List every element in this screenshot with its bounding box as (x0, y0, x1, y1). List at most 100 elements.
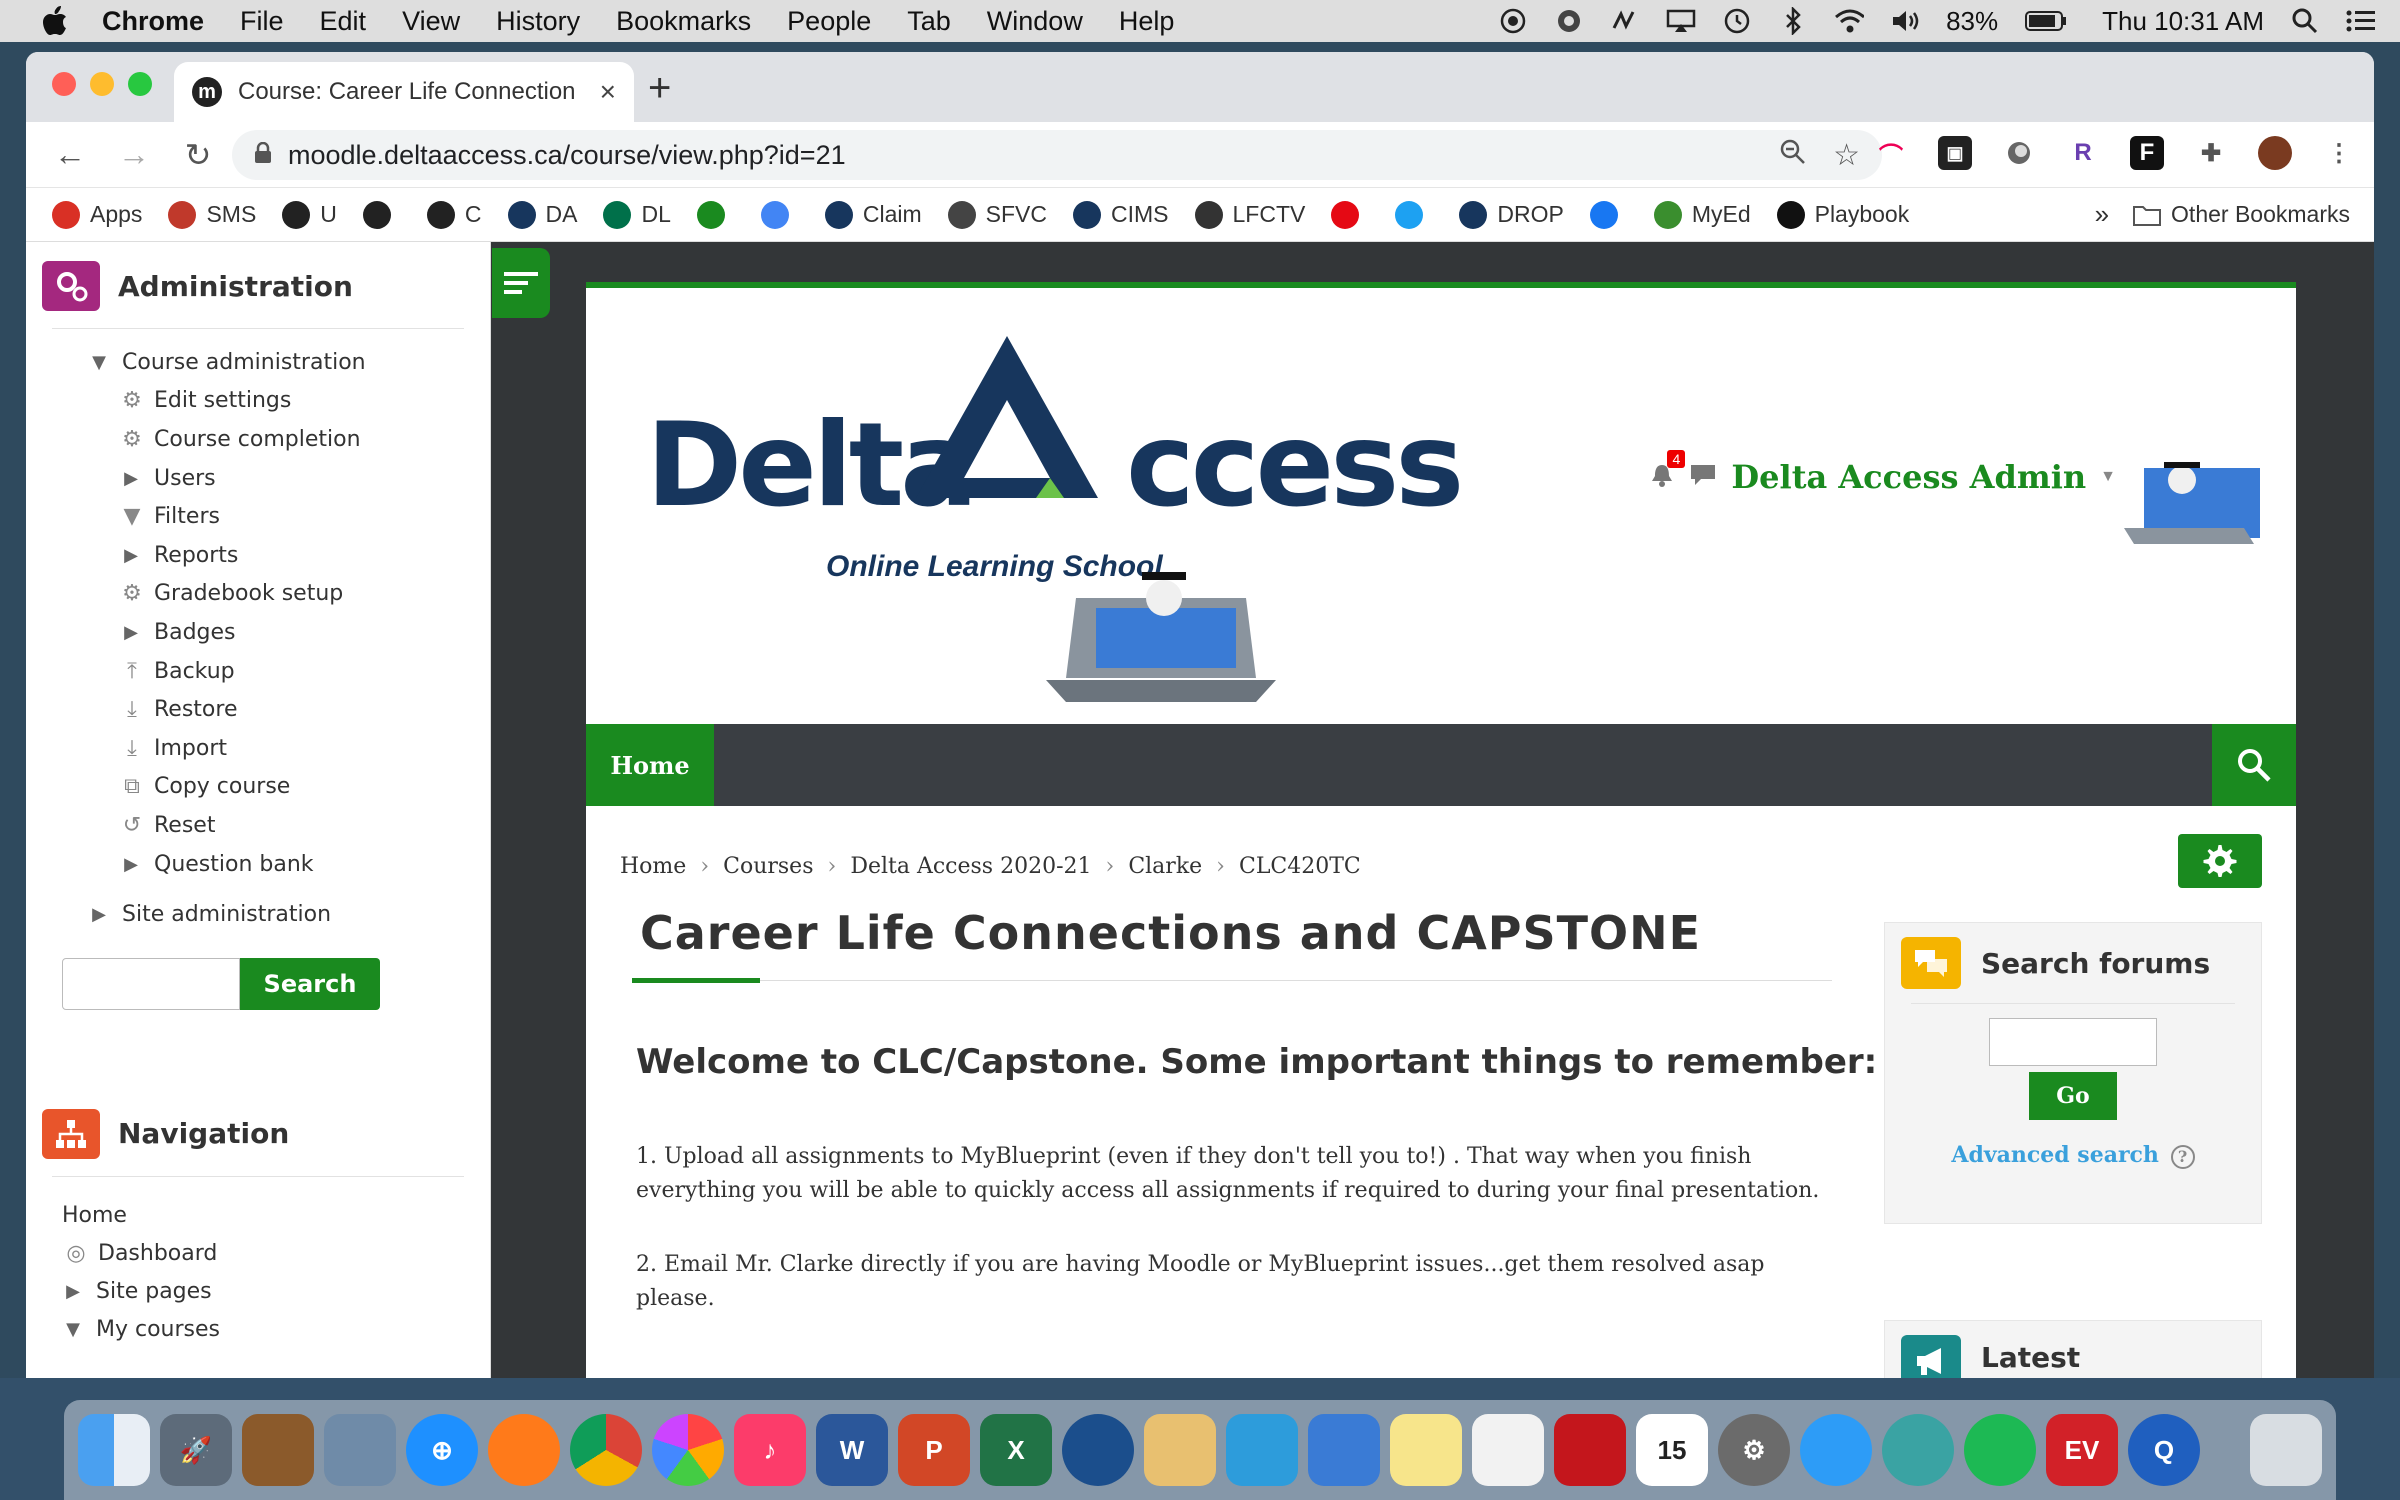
volume-icon[interactable] (1890, 6, 1920, 36)
bookmark-item[interactable] (1395, 200, 1433, 229)
admin-item-reset[interactable]: ↺ Reset (26, 806, 490, 845)
scribble-icon[interactable] (1610, 6, 1640, 36)
bookmark-item[interactable]: LFCTV (1194, 200, 1305, 229)
nav-dashboard[interactable]: ◎ Dashboard (26, 1235, 490, 1273)
new-tab-icon[interactable]: + (648, 66, 671, 111)
navbar-search-button[interactable] (2212, 724, 2296, 806)
chevron-right-icon[interactable]: ▶ (120, 854, 142, 875)
minimize-window-button[interactable] (90, 72, 114, 96)
acrobat-icon[interactable] (1554, 1414, 1626, 1486)
messages-icon[interactable] (1800, 1414, 1872, 1486)
bookmark-item[interactable]: C (426, 200, 482, 229)
nav-home[interactable]: Home (26, 1197, 490, 1235)
spotlight-search-icon[interactable] (2290, 6, 2320, 36)
wifi-icon[interactable] (1834, 6, 1865, 36)
menu-people[interactable]: People (787, 6, 871, 37)
site-administration-node[interactable]: ▶ Site administration (26, 895, 490, 934)
address-bar[interactable]: moodle.deltaaccess.ca/course/view.php?id… (232, 130, 1882, 180)
circle-extension-icon[interactable] (2002, 136, 2036, 170)
word-icon[interactable]: W (816, 1414, 888, 1486)
powerpoint-icon[interactable]: P (898, 1414, 970, 1486)
notifications-bell-icon[interactable]: 4 (1649, 449, 1686, 493)
lock-icon[interactable] (254, 140, 272, 171)
menu-app-name[interactable]: Chrome (102, 6, 204, 37)
numbers-icon[interactable] (1226, 1414, 1298, 1486)
safari-icon[interactable]: ⊕ (406, 1414, 478, 1486)
active-tab[interactable]: m Course: Career Life Connection × (174, 62, 634, 122)
screen-record-icon[interactable] (1498, 6, 1528, 36)
course-settings-button[interactable] (2178, 834, 2262, 888)
bookmark-item[interactable]: MyEd (1653, 200, 1751, 229)
chevron-right-icon[interactable]: ▶ (88, 904, 110, 925)
admin-item-backup[interactable]: ⤒ Backup (26, 652, 490, 691)
back-icon[interactable]: ← (50, 135, 90, 175)
admin-item-users[interactable]: ▶ Users (26, 459, 490, 498)
other-bookmarks-folder[interactable]: Other Bookmarks (2133, 201, 2350, 228)
bookmark-item[interactable] (1589, 200, 1628, 229)
chevron-down-icon[interactable]: ▼ (62, 1319, 84, 1340)
search-forums-go-button[interactable]: Go (2029, 1072, 2117, 1120)
nav-my-courses[interactable]: ▼ My courses (26, 1311, 490, 1349)
bookmark-item[interactable]: SMS (168, 200, 256, 229)
trash-icon[interactable] (2250, 1414, 2322, 1486)
battery-icon[interactable] (2024, 6, 2068, 36)
airplay-icon[interactable] (1666, 6, 1696, 36)
bookmark-item[interactable]: CIMS (1073, 200, 1169, 229)
admin-search-input[interactable] (62, 957, 240, 1010)
course-administration-node[interactable]: ▼ Course administration (26, 343, 490, 382)
admin-item-badges[interactable]: ▶ Badges (26, 613, 490, 652)
nav-site-pages[interactable]: ▶ Site pages (26, 1273, 490, 1311)
bookmark-item[interactable] (1331, 200, 1369, 229)
f-extension-icon[interactable]: F (2130, 136, 2164, 170)
advanced-search-link[interactable]: Advanced search ? (1885, 1142, 2261, 1169)
menu-window[interactable]: Window (987, 6, 1083, 37)
quicktime-icon[interactable]: Q (2128, 1414, 2200, 1486)
puzzle-extensions-icon[interactable]: ✚ (2194, 136, 2228, 170)
photos-icon[interactable] (652, 1414, 724, 1486)
close-tab-icon[interactable]: × (600, 76, 616, 108)
admin-item-filters[interactable]: ▼ Filters (26, 497, 490, 536)
keynote-icon[interactable] (1308, 1414, 1380, 1486)
forward-icon[interactable]: → (114, 135, 154, 175)
screen-time-icon[interactable] (1882, 1414, 1954, 1486)
menu-tab[interactable]: Tab (907, 6, 951, 37)
reminders-icon[interactable] (1472, 1414, 1544, 1486)
sync-icon[interactable] (1554, 6, 1584, 36)
bookmark-star-icon[interactable]: ☆ (1833, 138, 1860, 173)
admin-item-import[interactable]: ⤓ Import (26, 729, 490, 768)
menu-file[interactable]: File (240, 6, 284, 37)
menu-edit[interactable]: Edit (320, 6, 367, 37)
admin-item-edit-settings[interactable]: ⚙ Edit settings (26, 382, 490, 421)
navbar-home-link[interactable]: Home (586, 724, 714, 806)
admin-item-question-bank[interactable]: ▶ Question bank (26, 845, 490, 884)
admin-item-reports[interactable]: ▶ Reports (26, 536, 490, 575)
admin-item-gradebook-setup[interactable]: ⚙ Gradebook setup (26, 575, 490, 614)
url-text[interactable]: moodle.deltaaccess.ca/course/view.php?id… (288, 140, 1779, 171)
chevron-right-icon[interactable]: ▶ (62, 1281, 84, 1302)
wallet-extension-icon[interactable]: ▣ (1938, 136, 1972, 170)
close-window-button[interactable] (52, 72, 76, 96)
search-forums-input[interactable] (1989, 1018, 2157, 1066)
bookmark-item[interactable]: DL (603, 200, 671, 229)
ev-app-icon[interactable]: EV (2046, 1414, 2118, 1486)
notification-center-icon[interactable] (2346, 6, 2376, 36)
notes-icon[interactable] (1390, 1414, 1462, 1486)
chrome-icon[interactable] (570, 1414, 642, 1486)
bookmark-item[interactable]: DROP (1459, 200, 1564, 229)
firefox-icon[interactable] (488, 1414, 560, 1486)
menu-view[interactable]: View (402, 6, 460, 37)
rainbow-extension-icon[interactable]: ⌒ (1874, 136, 1908, 170)
messages-icon[interactable] (1689, 462, 1717, 493)
drawer-toggle-button[interactable] (492, 248, 550, 318)
bookmark-item[interactable]: SFVC (947, 200, 1047, 229)
chrome-menu-icon[interactable]: ⋮ (2322, 136, 2356, 170)
bookmark-item[interactable] (362, 200, 401, 229)
bookmark-item[interactable] (760, 200, 799, 229)
chevron-right-icon[interactable]: ▶ (120, 545, 142, 566)
preview-icon[interactable] (324, 1414, 396, 1486)
bluetooth-icon[interactable] (1778, 6, 1808, 36)
system-preferences-icon[interactable]: ⚙ (1718, 1414, 1790, 1486)
contacts-icon[interactable] (242, 1414, 314, 1486)
bookmark-item[interactable]: U (282, 200, 337, 229)
bookmarks-overflow-icon[interactable]: » (2095, 199, 2109, 230)
